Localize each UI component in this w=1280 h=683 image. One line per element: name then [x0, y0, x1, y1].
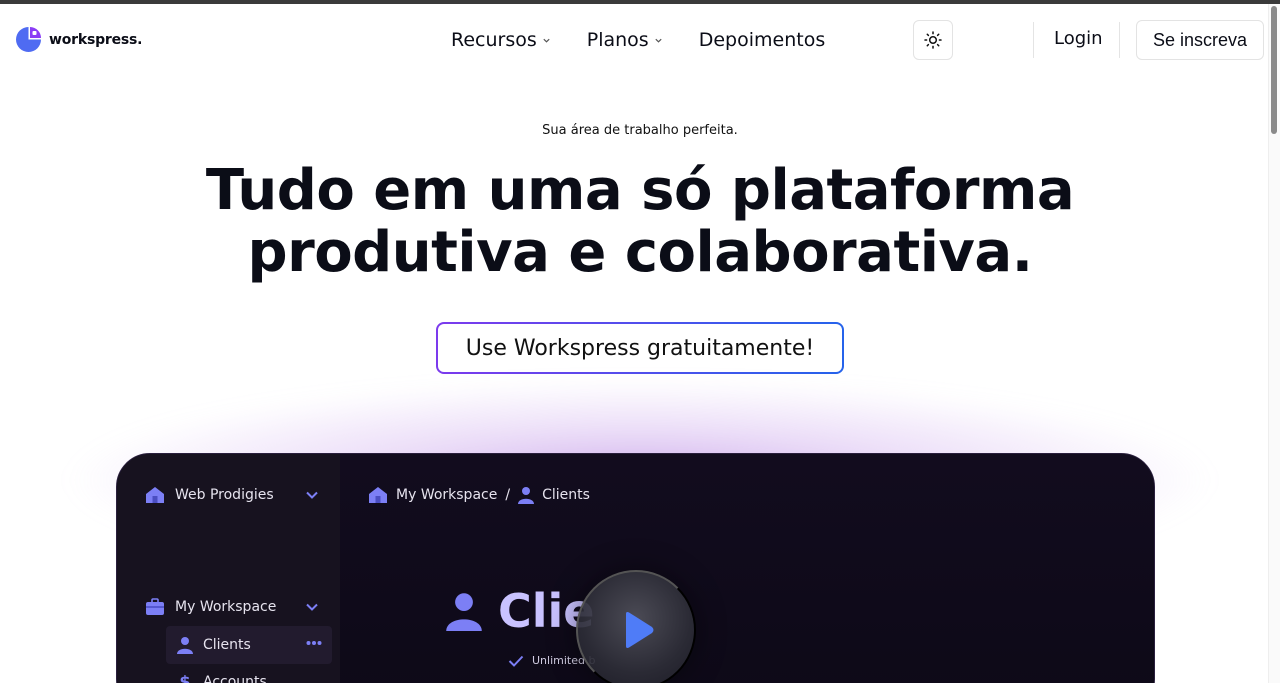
- chevron-down-icon: [306, 603, 318, 611]
- workspace-switcher: Web Prodigies: [145, 486, 274, 504]
- hero-title: Tudo em uma só plataforma produtiva e co…: [0, 160, 1280, 284]
- hero-title-line-1: Tudo em uma só plataforma: [205, 158, 1075, 223]
- header-divider: [1033, 22, 1034, 58]
- chevron-down-icon: [543, 38, 550, 43]
- preview-sidebar: Web Prodigies My Workspace Clients $ Acc…: [117, 454, 340, 683]
- user-icon: [446, 593, 482, 631]
- preview-page-title: Clie: [446, 584, 595, 638]
- preview-main: My Workspace / Clients Clie Unlimited b: [340, 454, 1154, 683]
- home-icon: [369, 487, 387, 503]
- hero-eyebrow: Sua área de trabalho perfeita.: [542, 123, 738, 138]
- sidebar-item-label: Accounts: [203, 673, 267, 683]
- brand-name: workspress.: [49, 31, 143, 48]
- sidebar-item-clients: Clients: [177, 636, 251, 654]
- header-divider: [1119, 22, 1120, 58]
- play-video-button[interactable]: [576, 570, 696, 683]
- nav-item-planos[interactable]: Planos: [587, 29, 663, 51]
- scrollbar-thumb[interactable]: [1271, 6, 1277, 134]
- sidebar-item-label: Clients: [203, 637, 251, 653]
- nav-item-recursos[interactable]: Recursos: [451, 29, 551, 51]
- user-icon: [177, 637, 193, 654]
- chevron-down-icon: [306, 491, 318, 499]
- sidebar-section-label: My Workspace: [175, 599, 277, 615]
- user-icon: [518, 487, 535, 504]
- logo-icon: [16, 27, 41, 52]
- nav-label: Planos: [586, 29, 649, 51]
- brand-logo[interactable]: workspress.: [16, 27, 143, 52]
- breadcrumb-separator: /: [505, 487, 511, 503]
- signup-button[interactable]: Se inscreva: [1136, 20, 1264, 60]
- top-border: [0, 0, 1280, 4]
- chevron-down-icon: [655, 38, 662, 43]
- dollar-icon: $: [179, 672, 191, 683]
- theme-toggle-button[interactable]: [913, 20, 953, 60]
- breadcrumb-root: My Workspace: [396, 487, 498, 503]
- main-nav: Recursos Planos Depoimentos: [451, 28, 825, 52]
- more-icon: [306, 641, 322, 645]
- check-icon: [508, 655, 524, 667]
- cta-button[interactable]: Use Workspress gratuitamente!: [436, 322, 844, 374]
- hero-title-line-2: produtiva e colaborativa.: [247, 220, 1033, 285]
- nav-item-depoimentos[interactable]: Depoimentos: [699, 29, 826, 51]
- play-icon: [626, 612, 654, 648]
- sun-icon: [924, 31, 942, 49]
- briefcase-icon: [146, 598, 164, 615]
- breadcrumb: My Workspace / Clients: [368, 486, 590, 504]
- nav-label: Recursos: [451, 29, 537, 51]
- sidebar-item-accounts: $ Accounts: [177, 672, 267, 683]
- login-link[interactable]: Login: [1054, 28, 1103, 49]
- breadcrumb-current: Clients: [542, 487, 590, 503]
- sidebar-section-my-workspace: My Workspace: [145, 598, 276, 616]
- cta-label: Use Workspress gratuitamente!: [438, 324, 842, 372]
- nav-label: Depoimentos: [698, 29, 826, 51]
- home-icon: [146, 487, 164, 503]
- workspace-name: Web Prodigies: [175, 487, 274, 503]
